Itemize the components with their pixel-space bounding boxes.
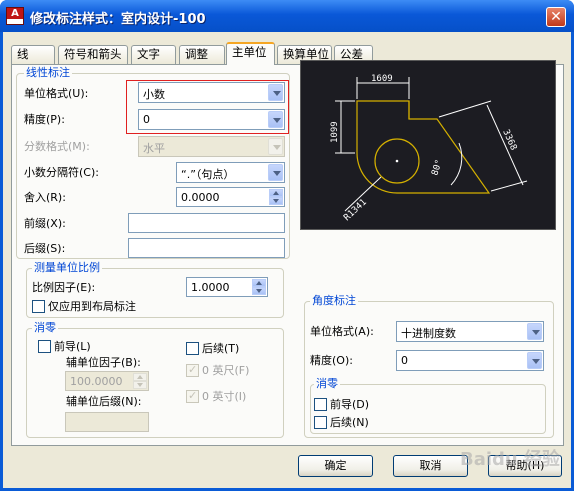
angular-precision-value: 0 [401, 354, 408, 367]
angular-unit-format-value: 十进制度数 [401, 327, 456, 340]
inches-checkbox[interactable] [186, 389, 199, 403]
round-off-value: 0.0000 [181, 191, 220, 204]
spin-down-icon[interactable] [252, 287, 266, 295]
sub-unit-factor-value: 100.0000 [70, 375, 123, 388]
dim-text-top: 1609 [371, 74, 393, 84]
sub-unit-suffix-input[interactable] [65, 412, 149, 432]
scale-factor-spinner[interactable]: 1.0000 [186, 277, 268, 297]
tab-text[interactable]: 文字 [131, 45, 176, 64]
leading-checkbox[interactable] [38, 340, 51, 353]
scale-legend: 测量单位比例 [32, 261, 102, 274]
decimal-separator-label: 小数分隔符(C): [24, 166, 99, 179]
spin-up-icon[interactable] [269, 189, 283, 197]
fraction-format-value: 水平 [143, 142, 165, 155]
title-bar[interactable]: A 修改标注样式：室内设计-100 ✕ [0, 0, 574, 32]
dimension-preview: 1609 1099 3368 R1341 80° [300, 60, 556, 230]
tab-fit[interactable]: 调整 [179, 45, 225, 64]
dialog-title: 修改标注样式：室内设计-100 [30, 12, 206, 27]
scale-factor-value: 1.0000 [191, 281, 230, 294]
tab-primary-units[interactable]: 主单位 [226, 42, 275, 65]
angular-unit-format-select[interactable]: 十进制度数 [396, 321, 544, 342]
decimal-separator-select[interactable]: “.”（句点） [176, 162, 285, 183]
round-off-label: 舍入(R): [24, 191, 66, 204]
cancel-button[interactable]: 取消 [393, 455, 468, 477]
angular-leading-label: 前导(D) [330, 398, 370, 411]
angular-legend: 角度标注 [310, 294, 358, 307]
decimal-separator-value: “.”（句点） [181, 168, 235, 181]
tab-symbols-arrows[interactable]: 符号和箭头 [58, 45, 128, 64]
scale-factor-label: 比例因子(E): [32, 281, 96, 294]
dim-text-angle: 80° [430, 158, 445, 177]
chevron-down-icon[interactable] [527, 352, 542, 369]
leading-label: 前导(L) [54, 340, 91, 353]
chevron-down-icon[interactable] [268, 138, 283, 155]
spin-down-icon[interactable] [269, 197, 283, 205]
spin-down-icon[interactable] [133, 381, 147, 389]
unit-format-label: 单位格式(U): [24, 87, 89, 100]
fraction-format-select[interactable]: 水平 [138, 136, 285, 157]
suffix-label: 后缀(S): [24, 242, 66, 255]
angular-trailing-label: 后续(N) [330, 416, 369, 429]
angular-precision-label: 精度(O): [310, 354, 353, 367]
highlight-box [126, 80, 289, 134]
trailing-label: 后续(T) [202, 342, 240, 355]
dim-arc-angle [450, 142, 463, 186]
layout-only-checkbox[interactable] [32, 300, 45, 313]
prefix-input[interactable] [128, 213, 285, 233]
preview-drawing: 1609 1099 3368 R1341 80° [330, 74, 528, 223]
fraction-format-label: 分数格式(M): [24, 140, 90, 153]
ext-line-right-top [438, 100, 492, 118]
tab-lines[interactable]: 线 [11, 45, 55, 64]
sub-unit-factor-spinner[interactable]: 100.0000 [65, 371, 149, 391]
angular-zero-legend: 消零 [314, 377, 340, 390]
inches-label: 0 英寸(I) [202, 390, 247, 403]
sub-unit-factor-label: 辅单位因子(B): [66, 356, 141, 369]
center-mark [395, 159, 399, 163]
precision-label: 精度(P): [24, 113, 65, 126]
ok-button[interactable]: 确定 [298, 455, 373, 477]
autocad-app-icon: A [6, 7, 24, 25]
linear-legend: 线性标注 [24, 66, 72, 79]
prefix-label: 前缀(X): [24, 217, 66, 230]
angular-leading-checkbox[interactable] [314, 398, 327, 411]
watermark: Baidu 经验 [459, 449, 560, 470]
spin-up-icon[interactable] [252, 279, 266, 287]
suffix-input[interactable] [128, 238, 285, 258]
close-button[interactable]: ✕ [546, 7, 566, 27]
angular-unit-format-label: 单位格式(A): [310, 325, 374, 338]
preview-shape-outline [356, 100, 491, 194]
round-off-spinner[interactable]: 0.0000 [176, 187, 285, 207]
layout-only-label: 仅应用到布局标注 [48, 300, 136, 313]
angular-trailing-checkbox[interactable] [314, 416, 327, 429]
spin-up-icon[interactable] [133, 373, 147, 381]
chevron-down-icon[interactable] [268, 164, 283, 181]
sub-unit-suffix-label: 辅单位后缀(N): [66, 395, 142, 408]
chevron-down-icon[interactable] [527, 323, 542, 340]
feet-checkbox[interactable] [186, 363, 199, 377]
dim-text-left: 1099 [330, 121, 340, 143]
ext-line-right-bottom [490, 180, 528, 192]
feet-label: 0 英尺(F) [202, 364, 250, 377]
app-icon-letter: A [7, 8, 23, 19]
angular-precision-select[interactable]: 0 [396, 350, 544, 371]
trailing-checkbox[interactable] [186, 342, 199, 355]
zero-suppression-legend: 消零 [32, 321, 58, 334]
